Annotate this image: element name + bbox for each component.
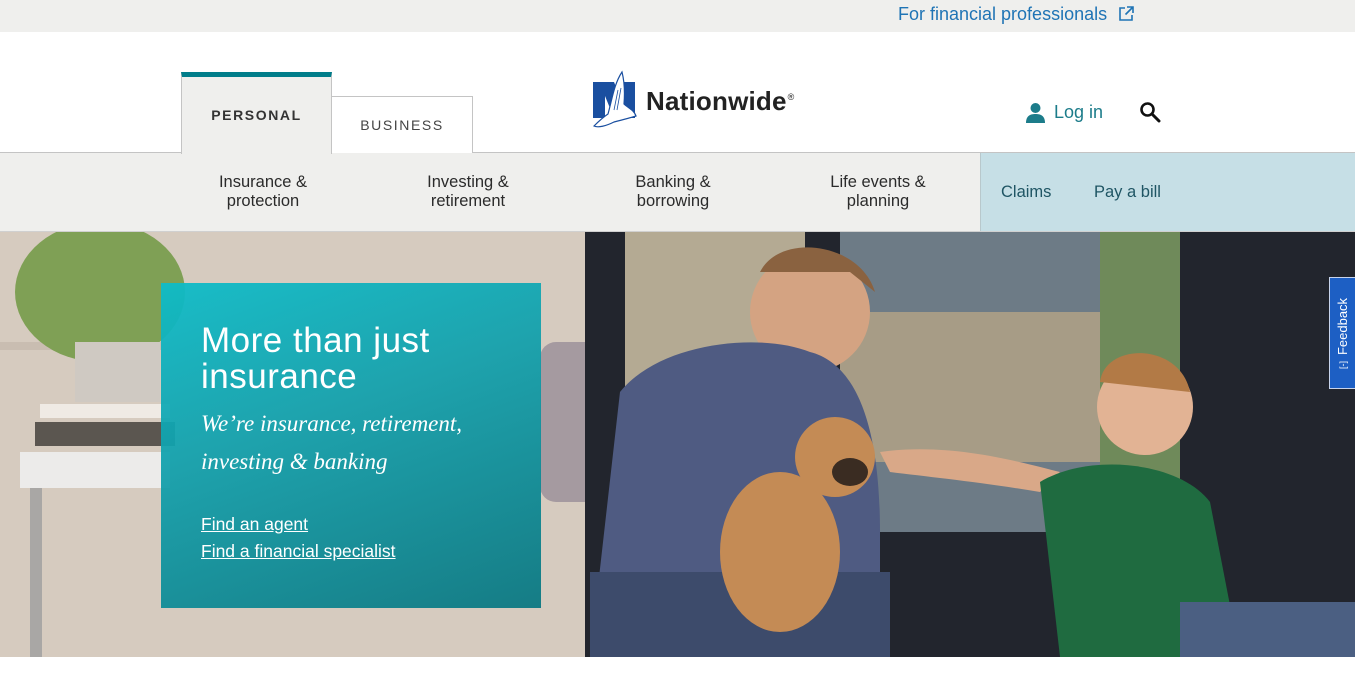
tab-personal-label: PERSONAL	[211, 106, 302, 123]
pay-a-bill-link[interactable]: Pay a bill	[1094, 153, 1161, 231]
feedback-button[interactable]: [-] Feedback	[1329, 277, 1355, 389]
nationwide-wordmark: Nationwide®	[646, 85, 795, 116]
financial-professionals-label: For financial professionals	[898, 3, 1108, 24]
hero-card: More than just insurance We’re insurance…	[161, 283, 541, 608]
feedback-icon: [-]	[1337, 360, 1348, 369]
hero-title: More than just insurance	[201, 321, 430, 396]
find-a-financial-specialist-link[interactable]: Find a financial specialist	[201, 538, 541, 565]
site-header: PERSONAL BUSINESS Nationwide® Log in	[0, 32, 1355, 154]
nationwide-logo[interactable]: Nationwide®	[592, 70, 795, 130]
nav-banking-borrowing[interactable]: Banking & borrowing	[591, 153, 755, 231]
nationwide-eagle-logo-icon	[592, 70, 637, 128]
find-an-agent-link[interactable]: Find an agent	[201, 511, 541, 538]
tab-business[interactable]: BUSINESS	[331, 96, 473, 153]
login-label: Log in	[1054, 102, 1104, 122]
tab-business-label: BUSINESS	[360, 117, 444, 133]
nav-life-events-planning[interactable]: Life events & planning	[796, 153, 960, 231]
hero-banner: More than just insurance We’re insurance…	[0, 232, 1355, 657]
feedback-label: Feedback	[1335, 297, 1350, 355]
financial-professionals-link[interactable]: For financial professionals	[898, 2, 1135, 26]
login-button[interactable]: Log in	[1025, 102, 1103, 123]
hero-links: Find an agent Find a financial specialis…	[201, 511, 541, 565]
nav-investing-retirement[interactable]: Investing & retirement	[386, 153, 550, 231]
claims-link[interactable]: Claims	[1001, 153, 1051, 231]
tab-personal[interactable]: PERSONAL	[181, 72, 332, 154]
quick-links: Claims Pay a bill	[980, 153, 1355, 231]
external-link-icon	[1119, 6, 1134, 21]
user-icon	[1026, 103, 1045, 123]
search-icon[interactable]	[1139, 101, 1161, 123]
hero-subtitle: We’re insurance, retirement, investing &…	[201, 411, 463, 474]
main-navigation: Insurance & protection Investing & retirem…	[0, 153, 1355, 232]
utility-bar: For financial professionals	[0, 0, 1355, 32]
nav-insurance-protection[interactable]: Insurance & protection	[181, 153, 345, 231]
